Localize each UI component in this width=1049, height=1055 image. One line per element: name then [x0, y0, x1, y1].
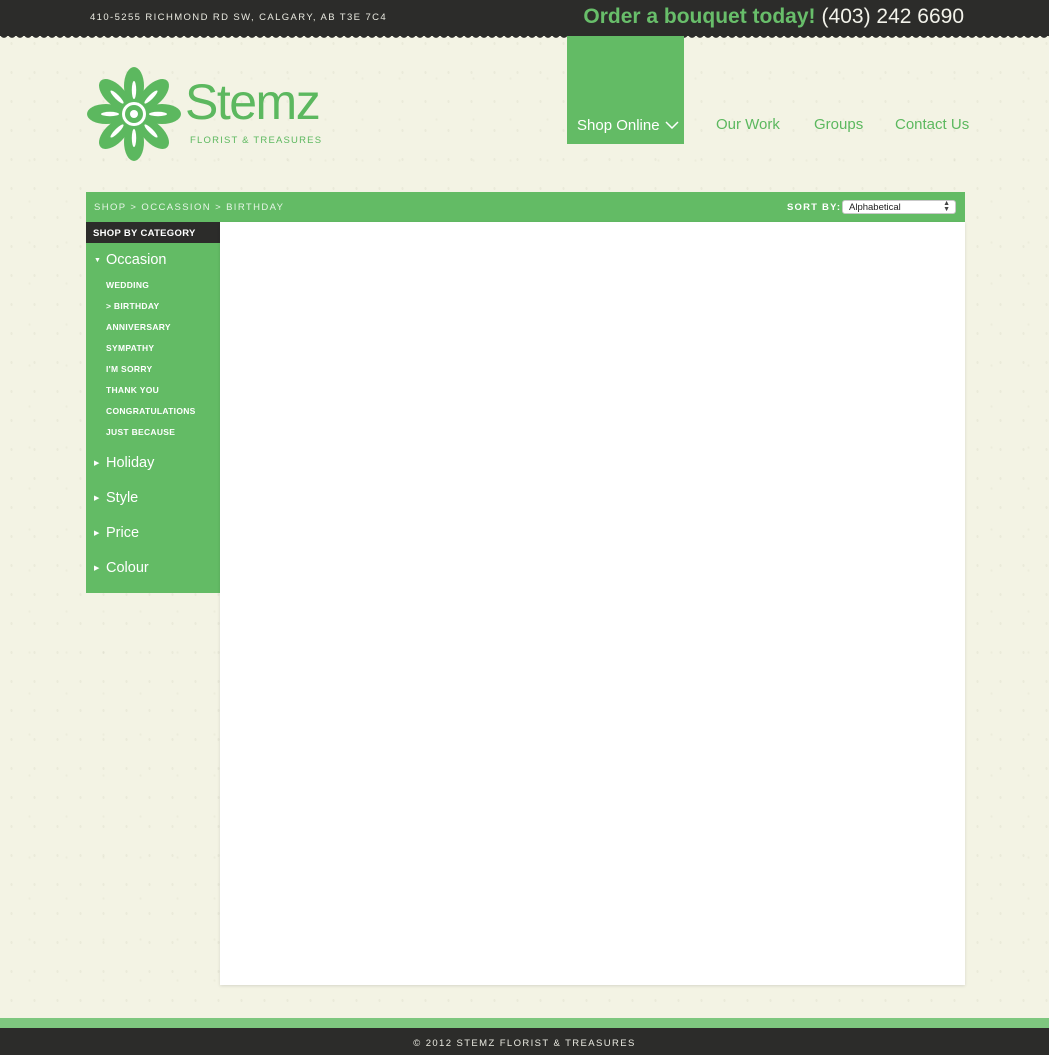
nav-shop-online[interactable]: Shop Online [577, 116, 679, 134]
caret-right-icon: ▶ [94, 495, 100, 502]
category-label: Price [106, 525, 140, 541]
caret-right-icon: ▶ [94, 460, 100, 467]
footer-stripe [0, 1018, 1049, 1028]
copyright-text: © 2012 STEMZ FLORIST & TREASURES [413, 1038, 636, 1049]
subcategory-wedding[interactable]: WEDDING [106, 280, 149, 290]
site-logo[interactable]: Stemz FLORIST & TREASURES [86, 66, 321, 162]
breadcrumb-separator: > [130, 202, 138, 213]
footer: © 2012 STEMZ FLORIST & TREASURES [0, 1028, 1049, 1055]
breadcrumb-shop[interactable]: SHOP [94, 202, 126, 213]
subcategory-just-because[interactable]: JUST BECAUSE [106, 427, 175, 437]
breadcrumb-bar: SHOP > OCCASSION > BIRTHDAY SORT BY: Alp… [86, 192, 965, 222]
product-listing-panel [220, 222, 965, 985]
category-label: Occasion [106, 252, 167, 268]
order-banner: Order a bouquet today! (403) 242 6690 [583, 4, 964, 30]
sort-value: Alphabetical [849, 202, 901, 213]
nav-groups[interactable]: Groups [814, 116, 863, 133]
store-address: 410-5255 RICHMOND RD SW, CALGARY, AB T3E… [90, 12, 388, 23]
category-holiday[interactable]: ▶ Holiday [94, 455, 154, 471]
scalloped-edge [0, 34, 1049, 40]
nav-our-work[interactable]: Our Work [716, 116, 780, 133]
sort-select[interactable]: Alphabetical ▲ ▼ [842, 200, 956, 214]
category-style[interactable]: ▶ Style [94, 490, 138, 506]
order-cta: Order a bouquet today! [583, 5, 816, 28]
category-price[interactable]: ▶ Price [94, 525, 139, 541]
select-arrows-icon: ▲ ▼ [943, 200, 950, 213]
breadcrumb: SHOP > OCCASSION > BIRTHDAY [94, 202, 284, 213]
caret-down-icon: ▼ [94, 257, 101, 264]
brand-tagline: FLORIST & TREASURES [190, 135, 323, 146]
subcategory-anniversary[interactable]: ANNIVERSARY [106, 322, 171, 332]
sort-label: SORT BY: [787, 202, 842, 213]
category-colour[interactable]: ▶ Colour [94, 560, 149, 576]
breadcrumb-separator: > [215, 202, 223, 213]
phone-number[interactable]: (403) 242 6690 [822, 5, 964, 28]
subcategory-thank-you[interactable]: THANK YOU [106, 385, 159, 395]
category-sidebar: SHOP BY CATEGORY ▼ Occasion WEDDING > BIR… [86, 222, 220, 593]
brand-name: Stemz [185, 74, 321, 130]
subcategory-congratulations[interactable]: CONGRATULATIONS [106, 406, 196, 416]
subcategory-sympathy[interactable]: SYMPATHY [106, 343, 154, 353]
subcategory-birthday[interactable]: > BIRTHDAY [106, 301, 159, 311]
category-label: Holiday [106, 455, 155, 471]
flower-icon [87, 67, 181, 161]
top-bar: 410-5255 RICHMOND RD SW, CALGARY, AB T3E… [0, 0, 1049, 36]
category-occasion[interactable]: ▼ Occasion [94, 252, 166, 268]
nav-shop-online-label: Shop Online [577, 117, 660, 134]
chevron-down-icon [665, 116, 679, 133]
breadcrumb-occassion[interactable]: OCCASSION [141, 202, 211, 213]
caret-right-icon: ▶ [94, 565, 100, 572]
sidebar-heading-label: SHOP BY CATEGORY [93, 228, 196, 239]
nav-contact-us[interactable]: Contact Us [895, 116, 969, 133]
sidebar-heading: SHOP BY CATEGORY [86, 222, 220, 243]
breadcrumb-birthday: BIRTHDAY [226, 202, 285, 213]
subcategory-im-sorry[interactable]: I'M SORRY [106, 364, 152, 374]
category-label: Style [106, 490, 139, 506]
caret-right-icon: ▶ [94, 530, 100, 537]
category-label: Colour [106, 560, 149, 576]
